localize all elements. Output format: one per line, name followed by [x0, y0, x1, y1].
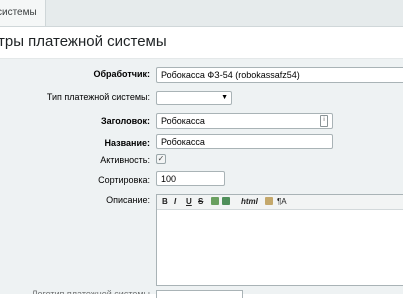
field-icon[interactable]: i	[320, 115, 328, 127]
top-tab-bar: системы	[0, 0, 403, 27]
handler-label: Обработчик:	[93, 69, 150, 79]
bold-button[interactable]: B	[162, 196, 168, 208]
format-button[interactable]: ¶A	[277, 196, 287, 208]
underline-button[interactable]: U	[186, 196, 192, 208]
chevron-down-icon: ▼	[221, 94, 228, 101]
html-button[interactable]: html	[241, 196, 258, 208]
page-title: тры платежной системы	[0, 33, 167, 50]
page-header: тры платежной системы	[0, 27, 403, 59]
name-label: Название:	[104, 138, 150, 148]
logo-label: Логотип платежной системы	[31, 289, 150, 294]
image-icon[interactable]	[211, 197, 219, 205]
strike-button[interactable]: S	[198, 196, 203, 208]
tab-label: системы	[0, 7, 37, 18]
name-value: Робокасса	[161, 137, 205, 147]
sort-label: Сортировка:	[98, 175, 150, 185]
active-checkbox[interactable]: ✓	[156, 154, 166, 164]
handler-field[interactable]: Робокасса ФЗ-54 (robokassafz54)	[156, 67, 403, 83]
heading-value: Робокасса	[161, 116, 205, 126]
name-input[interactable]: Робокасса	[156, 134, 333, 149]
sort-value: 100	[161, 174, 177, 184]
ps-type-select[interactable]: ▼	[156, 91, 232, 105]
checkmark-icon: ✓	[157, 154, 165, 163]
description-editor[interactable]: B I U S html ¶A	[156, 194, 403, 286]
sort-input[interactable]: 100	[156, 171, 225, 186]
heading-label: Заголовок:	[100, 116, 150, 126]
table-icon[interactable]	[222, 197, 230, 205]
ps-type-label: Тип платежной системы:	[46, 92, 150, 102]
paste-icon[interactable]	[265, 197, 273, 205]
description-label: Описание:	[106, 195, 150, 205]
logo-field[interactable]	[156, 290, 243, 298]
active-label: Активность:	[100, 155, 150, 165]
handler-value: Робокасса ФЗ-54 (robokassafz54)	[161, 70, 300, 80]
heading-input[interactable]: Робокасса i	[156, 113, 333, 129]
italic-button[interactable]: I	[174, 196, 176, 208]
tab-payment-systems[interactable]: системы	[0, 0, 46, 26]
editor-toolbar: B I U S html ¶A	[157, 195, 403, 210]
